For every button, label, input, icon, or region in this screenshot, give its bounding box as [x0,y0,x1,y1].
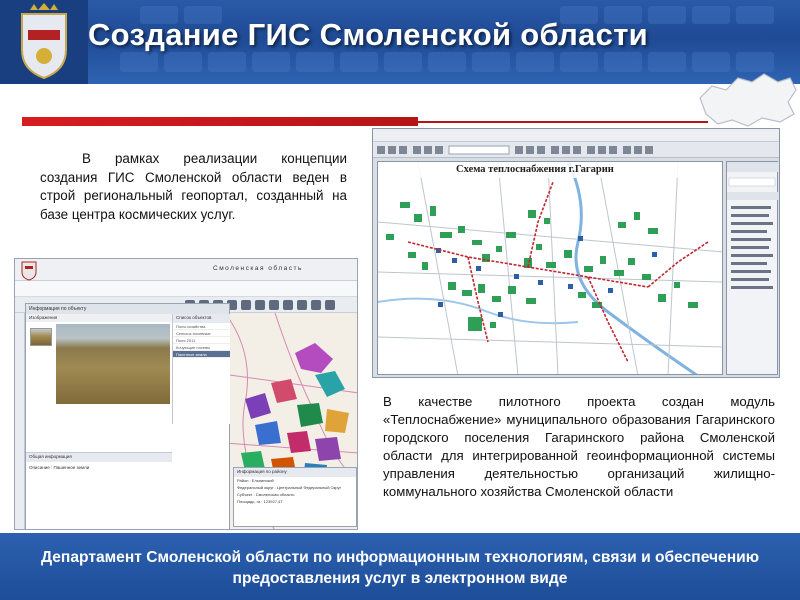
portal-header-title: Смоленская область [213,265,303,272]
object-info-title: Информация по объекту [26,304,229,314]
region-info-header: Информация по району [234,468,356,477]
slide-title: Создание ГИС Смоленской области [88,17,649,52]
gis-toolbar-icons [377,145,653,155]
portal-coat-of-arms-icon [21,261,37,281]
object-info-panel: Информация по объекту Изображения Список… [25,303,230,529]
portal-nav[interactable] [15,281,357,297]
object-list[interactable]: Список объектов Поля-хозяйства Сельхоз-п… [172,314,230,424]
portal-left-sidebar[interactable] [15,313,25,529]
smolensk-geoportal-screenshot: Смоленская область Информация по объекту… [14,258,358,530]
heat-supply-map[interactable]: Схема теплоснабжения г.Гагарин [377,161,723,375]
intro-paragraph: В рамках реализации концепции создания Г… [40,151,347,222]
object-list-item[interactable]: Сельхоз-посевные [173,330,230,337]
portal-header: Смоленская область [15,259,357,281]
gis-layer-tree [727,162,779,289]
region-info-line: Район : Ельнинский [237,478,274,483]
footer-banner: Департамент Смоленской области по информ… [0,533,800,600]
object-list-item[interactable]: Поля-хозяйства [173,323,230,330]
red-accent-line [418,121,708,123]
region-info-panel: Информация по району Район : Ельнинский … [233,467,357,527]
slide: Создание ГИС Смоленской области В рамках… [0,0,800,600]
heat-map-title: Схема теплоснабжения г.Гагарин [456,164,614,175]
pilot-project-paragraph: В качестве пилотного проекта создан моду… [383,394,775,499]
photo-tab[interactable]: Изображения [26,314,172,322]
gis-layer-panel[interactable] [726,161,779,375]
heat-supply-gis-screenshot: Схема теплоснабжения г.Гагарин [372,128,780,378]
general-info-description: Описание : Пашенное земли [29,465,90,470]
heat-supply-map-drawing [378,162,722,374]
field-photo-thumbnail[interactable] [30,328,52,346]
smolensk-coat-of-arms-icon [0,0,88,84]
footer-text: Департамент Смоленской области по информ… [40,549,760,587]
general-info-section: Общая информация Описание : Пашенное зем… [26,452,172,529]
object-list-header: Список объектов [173,314,230,323]
general-info-header: Общая информация [26,453,172,462]
red-accent-bar [22,117,418,126]
object-list-item-selected[interactable]: Пахотные земли [173,351,230,358]
object-list-item[interactable]: Кочующие посевы [173,344,230,351]
header-banner: Создание ГИС Смоленской области [0,0,800,84]
region-info-line: Площадь, га : 123927,47 [237,499,283,504]
region-info-line: Федеральный округ : Центральный Федераль… [237,485,342,490]
field-photo [56,324,170,404]
region-info-line: Субъект : Смоленская область [237,492,295,497]
gis-toolbar [373,142,779,158]
gis-menubar [373,129,779,142]
object-list-item[interactable]: Поля 2011 [173,337,230,344]
